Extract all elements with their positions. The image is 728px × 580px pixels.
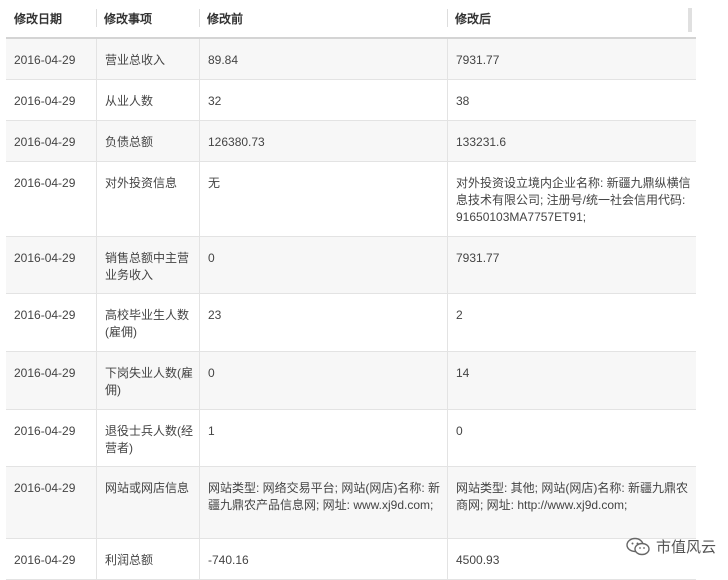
table-header: 修改日期 修改事项 修改前 修改后	[6, 0, 696, 39]
after-cell: 0	[447, 410, 696, 466]
before-cell: 23	[199, 294, 447, 351]
before-cell: 无	[199, 162, 447, 236]
item-cell: 对外投资信息	[96, 162, 199, 236]
date-cell: 2016-04-29	[14, 53, 76, 67]
item-cell: 营业总收入	[96, 39, 199, 79]
item-cell: 退役士兵人数(经营者)	[96, 410, 199, 466]
wechat-icon	[626, 537, 650, 557]
watermark-text: 市值风云	[655, 539, 716, 556]
item-cell: 利润总额	[96, 539, 199, 579]
table-row: 2016-04-29 下岗失业人数(雇佣) 0 14	[6, 352, 696, 410]
date-cell: 2016-04-29	[14, 94, 76, 108]
table-row: 2016-04-29 高校毕业生人数(雇佣) 23 2	[6, 294, 696, 352]
header-date: 修改日期	[14, 12, 63, 26]
table-row: 2016-04-29 网站或网店信息 网站类型: 网络交易平台; 网站(网店)名称:…	[6, 467, 696, 539]
before-cell: 126380.73	[199, 121, 447, 161]
date-cell: 2016-04-29	[14, 176, 76, 190]
change-record-table: 修改日期 修改事项 修改前 修改后 2016-04-29 营业总收入 89.84 79…	[6, 0, 696, 580]
after-cell: 2	[447, 294, 696, 351]
after-cell: 7931.77	[447, 39, 696, 79]
item-cell: 网站或网店信息	[96, 467, 199, 538]
watermark: 市值风云	[626, 536, 716, 557]
date-cell: 2016-04-29	[14, 251, 76, 265]
before-cell: 1	[199, 410, 447, 466]
after-cell: 14	[447, 352, 696, 409]
header-before: 修改前	[207, 12, 244, 26]
after-cell: 对外投资设立境内企业名称: 新疆九鼎纵横信息技术有限公司; 注册号/统一社会信用…	[447, 162, 696, 236]
header-item: 修改事项	[104, 12, 153, 26]
date-cell: 2016-04-29	[14, 424, 76, 438]
item-cell: 从业人数	[96, 80, 199, 120]
item-cell: 高校毕业生人数(雇佣)	[96, 294, 199, 351]
table-row: 2016-04-29 退役士兵人数(经营者) 1 0	[6, 410, 696, 467]
after-cell: 133231.6	[447, 121, 696, 161]
table-row: 2016-04-29 从业人数 32 38	[6, 80, 696, 121]
date-cell: 2016-04-29	[14, 481, 76, 495]
item-cell: 下岗失业人数(雇佣)	[96, 352, 199, 409]
scrollbar[interactable]	[688, 8, 692, 32]
before-cell: 0	[199, 352, 447, 409]
table-row: 2016-04-29 利润总额 -740.16 4500.93	[6, 539, 696, 580]
table-row: 2016-04-29 销售总额中主营业务收入 0 7931.77	[6, 237, 696, 294]
after-cell: 38	[447, 80, 696, 120]
after-cell: 7931.77	[447, 237, 696, 293]
item-cell: 负债总额	[96, 121, 199, 161]
date-cell: 2016-04-29	[14, 308, 76, 322]
before-cell: 网站类型: 网络交易平台; 网站(网店)名称: 新疆九鼎农产品信息网; 网址: …	[199, 467, 447, 538]
after-cell: 网站类型: 其他; 网站(网店)名称: 新疆九鼎农商网; 网址: http://…	[447, 467, 696, 538]
before-cell: 0	[199, 237, 447, 293]
table-body: 2016-04-29 营业总收入 89.84 7931.77 2016-04-29 从业人…	[6, 39, 696, 580]
table-row: 2016-04-29 营业总收入 89.84 7931.77	[6, 39, 696, 80]
item-cell: 销售总额中主营业务收入	[96, 237, 199, 293]
before-cell: 89.84	[199, 39, 447, 79]
header-after: 修改后	[455, 12, 492, 26]
before-cell: -740.16	[199, 539, 447, 579]
date-cell: 2016-04-29	[14, 135, 76, 149]
date-cell: 2016-04-29	[14, 366, 76, 380]
before-cell: 32	[199, 80, 447, 120]
date-cell: 2016-04-29	[14, 553, 76, 567]
table-row: 2016-04-29 对外投资信息无对外投资设立境内企业名称: 新疆九鼎纵横信息技…	[6, 162, 696, 237]
table-row: 2016-04-29 负债总额 126380.73 133231.6	[6, 121, 696, 162]
